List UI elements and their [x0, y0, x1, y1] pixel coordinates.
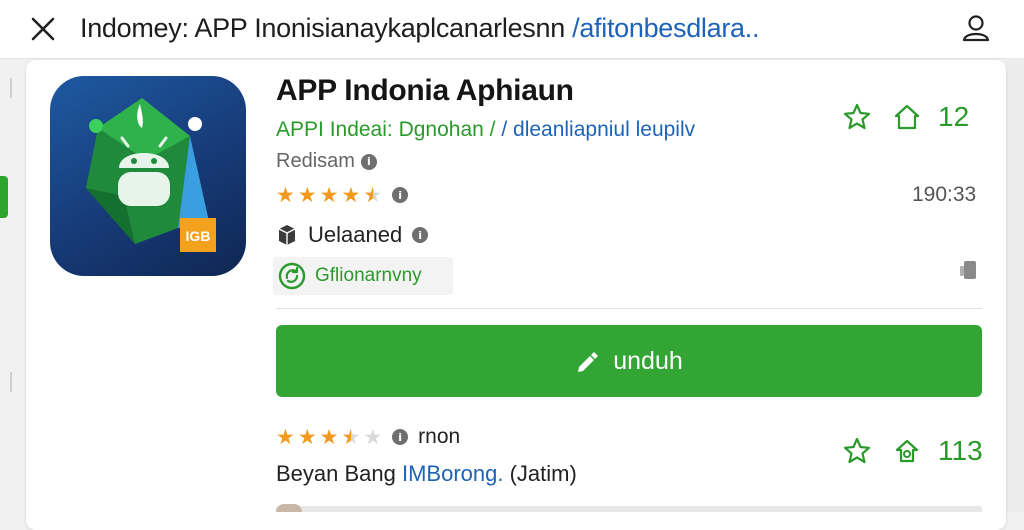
developer-row: Redisam i — [276, 150, 377, 173]
scroll-gutter[interactable] — [1006, 58, 1024, 512]
star-outline-icon — [843, 103, 871, 130]
icon-badge-text: IGB — [186, 228, 211, 244]
info-icon[interactable]: i — [392, 187, 409, 203]
review-author-location: (Jatim) — [503, 461, 577, 486]
close-button[interactable] — [24, 10, 62, 48]
app-subtitle-text: APPI Indeai: Dgnohan / — [276, 118, 496, 141]
device-icon[interactable] — [956, 258, 980, 282]
review-author-link[interactable]: IMBorong. — [402, 461, 504, 486]
status-text: Uelaaned — [308, 222, 403, 247]
review-count: 113 — [938, 435, 983, 466]
page-title: Indomey: APP Inonisianaykaplcanarlesnn /… — [80, 13, 759, 44]
star-icon: ★ — [297, 425, 317, 449]
star-icon: ★ — [319, 425, 339, 449]
review-rating: ★ ★ ★ ★ ★ i rnon — [276, 425, 460, 449]
like-outline-icon — [895, 439, 919, 463]
review-star-button[interactable] — [838, 432, 876, 470]
app-actions: 12 — [838, 98, 969, 136]
review-author-name: Beyan Bang — [276, 461, 402, 486]
status-row: Uelaaned i — [276, 222, 429, 248]
section-divider — [276, 308, 982, 309]
avatar — [276, 504, 302, 512]
page-title-link[interactable]: /afitonbesdlara.. — [572, 13, 759, 43]
package-icon — [276, 223, 298, 247]
star-outline-icon — [843, 437, 871, 464]
review-author: Beyan Bang IMBorong. (Jatim) — [276, 461, 577, 487]
star-icon: ★ — [297, 183, 317, 207]
home-button[interactable] — [888, 98, 926, 136]
favorite-count: 12 — [938, 101, 970, 132]
edge-tick — [10, 372, 12, 392]
review-actions: 113 — [838, 432, 983, 470]
app-rating: ★ ★ ★ ★ ★ i — [276, 183, 409, 207]
review-label: rnon — [418, 425, 461, 448]
info-icon[interactable]: i — [392, 429, 409, 445]
top-app-bar: Indomey: APP Inonisianaykaplcanarlesnn /… — [0, 0, 1024, 59]
app-subtitle: APPI Indeai: Dgnohan / / dleanliapniul l… — [276, 118, 695, 142]
side-indicator — [0, 176, 8, 218]
star-icon: ★ — [341, 183, 361, 207]
home-outline-icon — [894, 104, 920, 130]
refresh-icon — [278, 262, 306, 290]
favorite-button[interactable] — [838, 98, 876, 136]
info-icon[interactable]: i — [360, 153, 377, 170]
rating-stars: ★ ★ ★ ★ ★ — [276, 183, 382, 207]
profile-button[interactable] — [956, 8, 996, 48]
info-icon[interactable]: i — [412, 227, 429, 243]
category-label: Gflionarnvny — [315, 265, 422, 286]
star-icon: ★ — [319, 183, 339, 207]
next-review-card — [276, 506, 982, 512]
app-icon: IGB — [50, 76, 246, 276]
app-subtitle-link[interactable]: / dleanliapniul leupilv — [501, 118, 695, 141]
star-empty-icon: ★ — [363, 425, 383, 449]
timestamp: 190:33 — [912, 183, 977, 206]
star-half-icon: ★ — [363, 183, 383, 207]
app-title: APP Indonia Aphiaun — [276, 74, 574, 107]
developer-name[interactable]: Redisam — [276, 150, 355, 173]
download-button[interactable]: unduh — [276, 325, 982, 397]
star-icon: ★ — [276, 425, 295, 449]
review-stars: ★ ★ ★ ★ ★ — [276, 425, 382, 449]
profile-icon — [962, 15, 990, 42]
star-half-icon: ★ — [341, 425, 361, 449]
download-label: unduh — [613, 346, 683, 375]
star-icon: ★ — [276, 183, 295, 207]
category-chip[interactable]: Gflionarnvny — [273, 257, 453, 295]
close-icon — [31, 17, 55, 41]
edge-tick — [10, 78, 12, 98]
page-title-text: Indomey: APP Inonisianaykaplcanarlesnn — [80, 13, 573, 43]
review-like-button[interactable] — [888, 432, 926, 470]
pencil-icon — [578, 352, 599, 372]
